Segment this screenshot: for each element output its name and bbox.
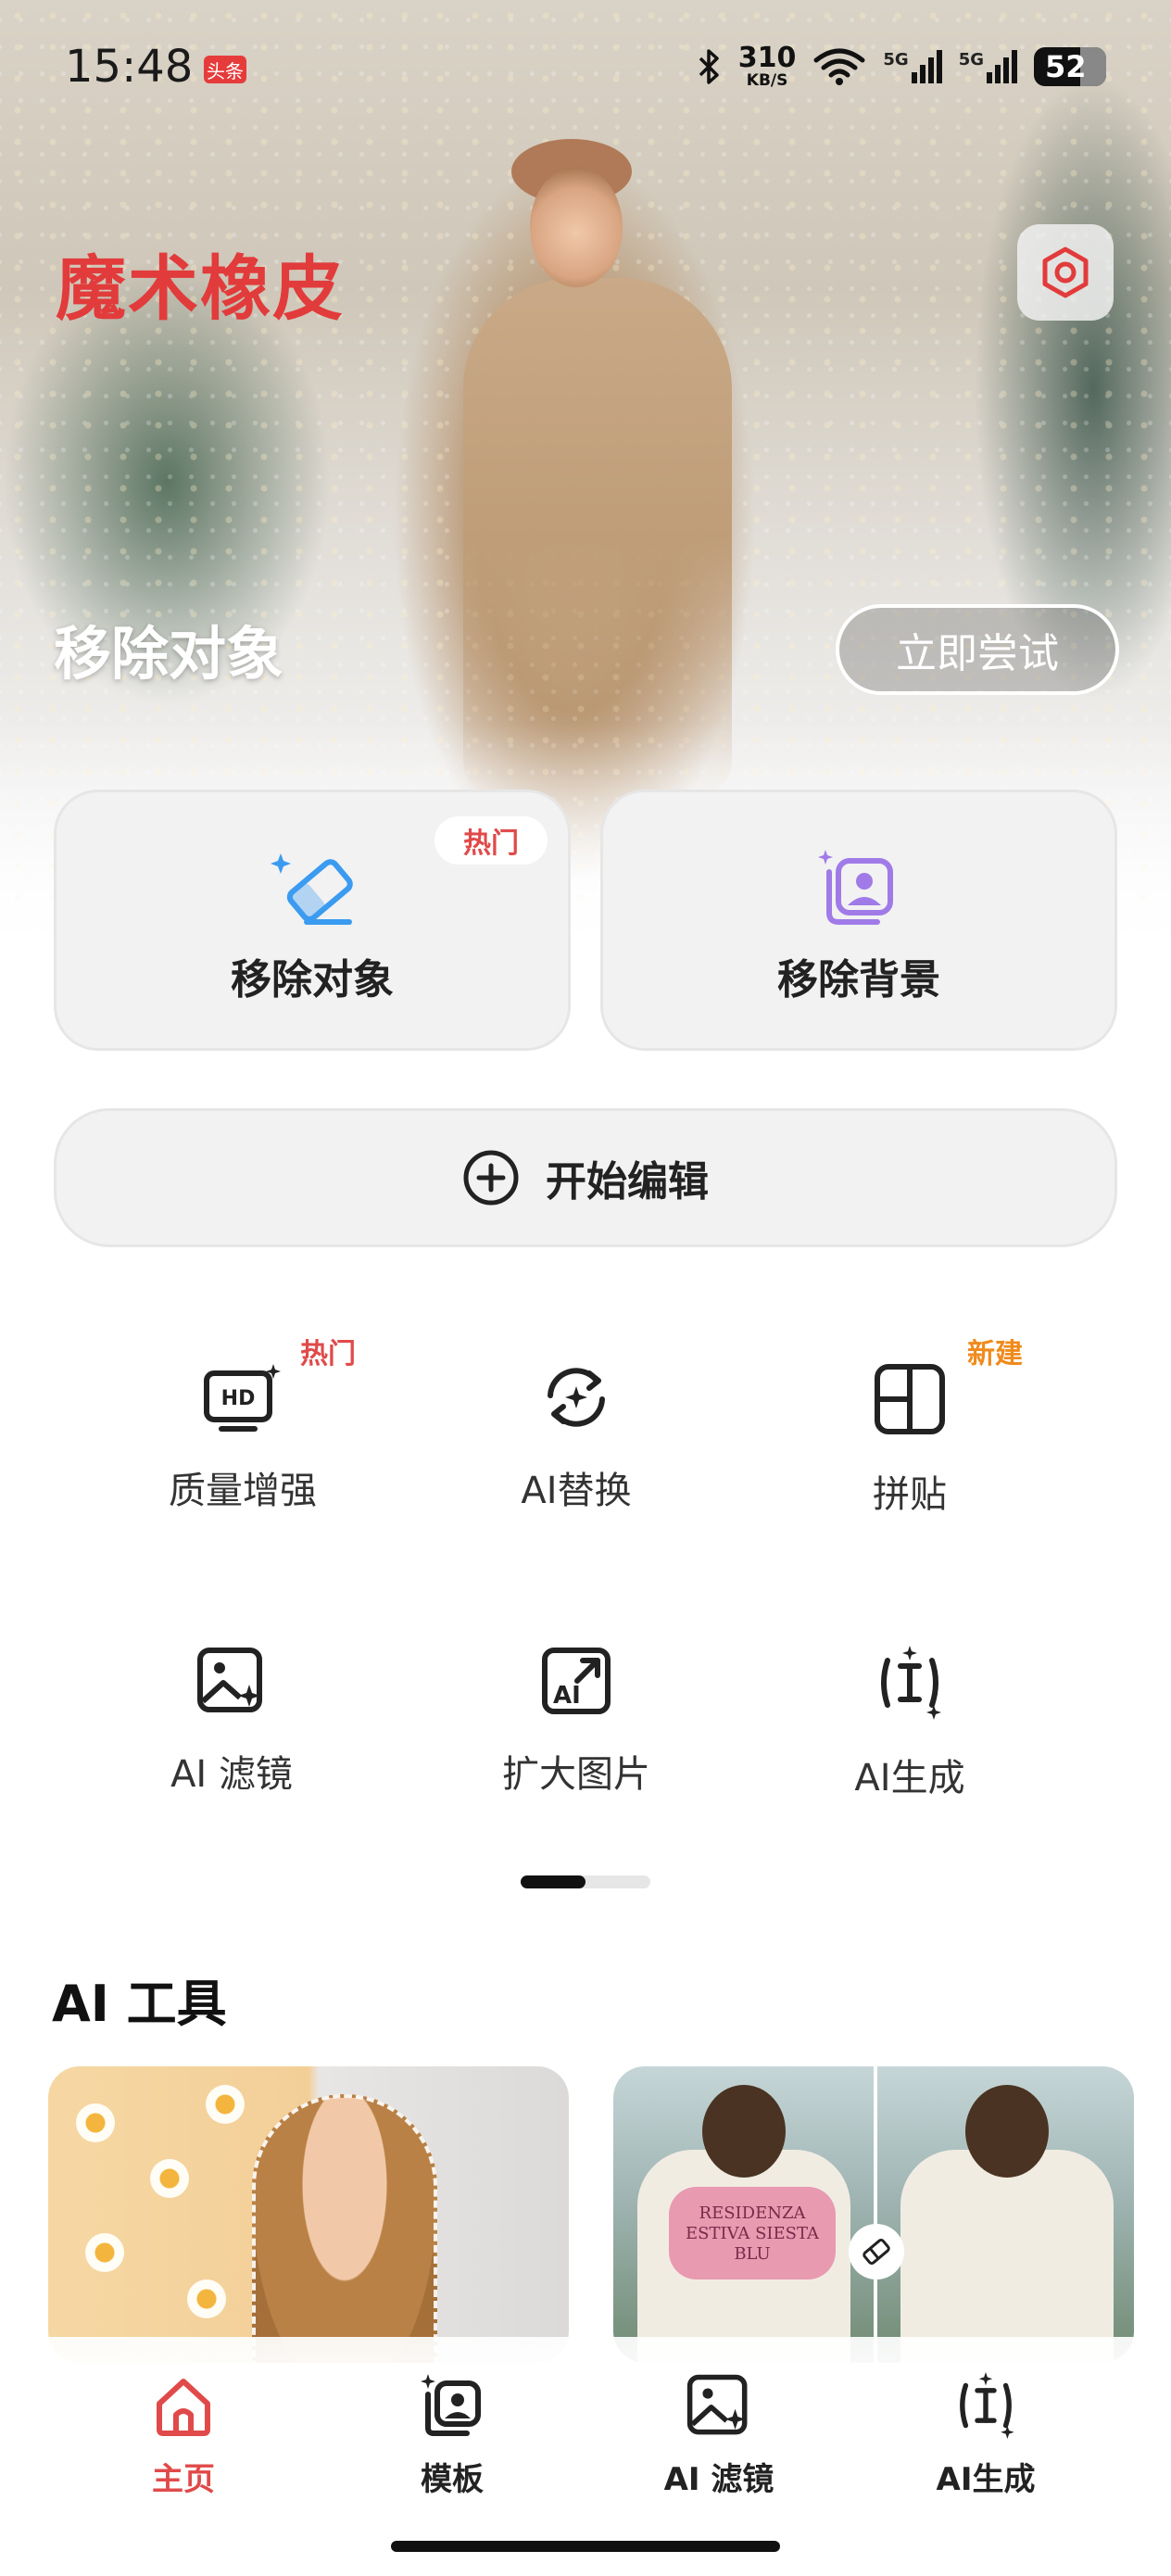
text-cursor-sparkle-icon — [960, 2372, 1014, 2439]
tool-quality-enhance[interactable]: 热门 HD 质量增强 — [104, 1338, 382, 1514]
eraser-icon — [863, 2239, 890, 2265]
tool-label: 质量增强 — [169, 1470, 317, 1512]
plus-circle-icon — [463, 1150, 519, 1206]
eraser-sparkle-icon — [271, 853, 353, 925]
tools-pager — [521, 1875, 650, 1888]
hexagon-settings-icon — [1042, 246, 1089, 298]
nav-label: 模板 — [421, 2461, 484, 2498]
collage-grid-icon — [875, 1364, 945, 1434]
tool-label: AI替换 — [521, 1470, 632, 1512]
remove-object-label: 移除对象 — [231, 956, 394, 1004]
nav-label: 主页 — [152, 2461, 215, 2498]
tool-ai-generate[interactable]: AI生成 — [771, 1646, 1049, 1801]
remove-background-card[interactable]: 移除背景 — [600, 789, 1117, 1051]
settings-button[interactable] — [1017, 224, 1114, 321]
home-icon — [157, 2379, 210, 2436]
signal-5g-2: 5G — [959, 50, 1017, 83]
flower-decoration — [187, 2279, 226, 2318]
app-brand-title: 魔术橡皮 — [56, 247, 345, 330]
nav-templates[interactable]: 模板 — [359, 2372, 545, 2499]
nav-label: AI 滤镜 — [663, 2461, 774, 2498]
compare-handle[interactable] — [849, 2224, 904, 2279]
shirt-after — [900, 2150, 1114, 2363]
portrait-subject — [252, 2094, 437, 2363]
hero-person-coat — [463, 278, 732, 797]
template-icon — [421, 2374, 481, 2436]
hot-tag: 热门 — [434, 816, 548, 865]
status-time: 15:48 — [65, 41, 194, 93]
tool-label: AI生成 — [854, 1757, 965, 1799]
start-editing-button[interactable]: 开始编辑 — [54, 1108, 1117, 1247]
tool-expand-image[interactable]: AI 扩大图片 — [437, 1646, 715, 1798]
hot-tag: 热门 — [300, 1338, 356, 1370]
nav-label: AI生成 — [936, 2461, 1036, 2498]
image-sparkle-icon — [197, 1648, 262, 1712]
person-head — [965, 2085, 1049, 2178]
tool-label: 扩大图片 — [502, 1753, 650, 1796]
home-indicator[interactable] — [391, 2541, 780, 2552]
hd-monitor-icon: HD — [204, 1364, 281, 1432]
shirt-print: RESIDENZA ESTIVA SIESTA BLU — [669, 2187, 836, 2279]
svg-text:AI: AI — [553, 1682, 581, 1710]
tool-label: 拼贴 — [873, 1473, 947, 1516]
hero-person-head — [530, 167, 623, 287]
tool-thumbnail-shirt[interactable]: RESIDENZA ESTIVA SIESTA BLU — [613, 2066, 1134, 2363]
status-bar: 15:48 头条 310 KB/S 5G 5G 52 — [0, 0, 1171, 139]
ai-tools-section-title: AI 工具 — [52, 1975, 227, 2033]
person-head — [702, 2085, 786, 2178]
news-app-badge: 头条 — [204, 56, 246, 83]
tool-ai-filter[interactable]: AI 滤镜 — [93, 1646, 371, 1798]
tool-collage[interactable]: 新建 拼贴 — [771, 1338, 1049, 1518]
new-tag: 新建 — [967, 1338, 1023, 1370]
pager-active-dot — [521, 1875, 586, 1888]
flower-decoration — [150, 2159, 189, 2198]
flower-decoration — [76, 2103, 115, 2142]
image-stack-person-icon — [818, 850, 893, 925]
flower-decoration — [85, 2233, 124, 2272]
tool-thumbnail-portrait[interactable] — [48, 2066, 569, 2363]
status-right-cluster: 310 KB/S 5G 5G 52 — [698, 44, 1106, 89]
net-speed: 310 KB/S — [737, 42, 797, 90]
hero-caption: 移除对象 — [54, 620, 284, 688]
signal-5g-1: 5G — [883, 50, 942, 83]
nav-home[interactable]: 主页 — [91, 2372, 276, 2499]
try-now-button[interactable]: 立即尝试 — [836, 604, 1119, 695]
compare-divider[interactable] — [874, 2066, 877, 2363]
bluetooth-icon — [699, 49, 719, 84]
svg-text:HD: HD — [221, 1387, 256, 1410]
nav-ai-generate[interactable]: AI生成 — [893, 2372, 1078, 2499]
wifi-icon — [813, 48, 865, 85]
battery-indicator: 52 — [1034, 47, 1106, 86]
flower-decoration — [206, 2085, 245, 2124]
ai-expand-icon: AI — [542, 1648, 611, 1714]
tool-label: AI 滤镜 — [170, 1753, 293, 1796]
remove-background-label: 移除背景 — [777, 956, 940, 1004]
start-editing-label: 开始编辑 — [546, 1158, 709, 1206]
image-sparkle-icon — [686, 2374, 748, 2435]
text-cursor-sparkle-icon — [881, 1646, 941, 1720]
remove-object-card[interactable]: 热门 移除对象 — [54, 789, 571, 1051]
swap-sparkle-icon — [548, 1368, 605, 1427]
tool-ai-replace[interactable]: AI替换 — [437, 1362, 715, 1514]
nav-ai-filter[interactable]: AI 滤镜 — [626, 2372, 812, 2499]
